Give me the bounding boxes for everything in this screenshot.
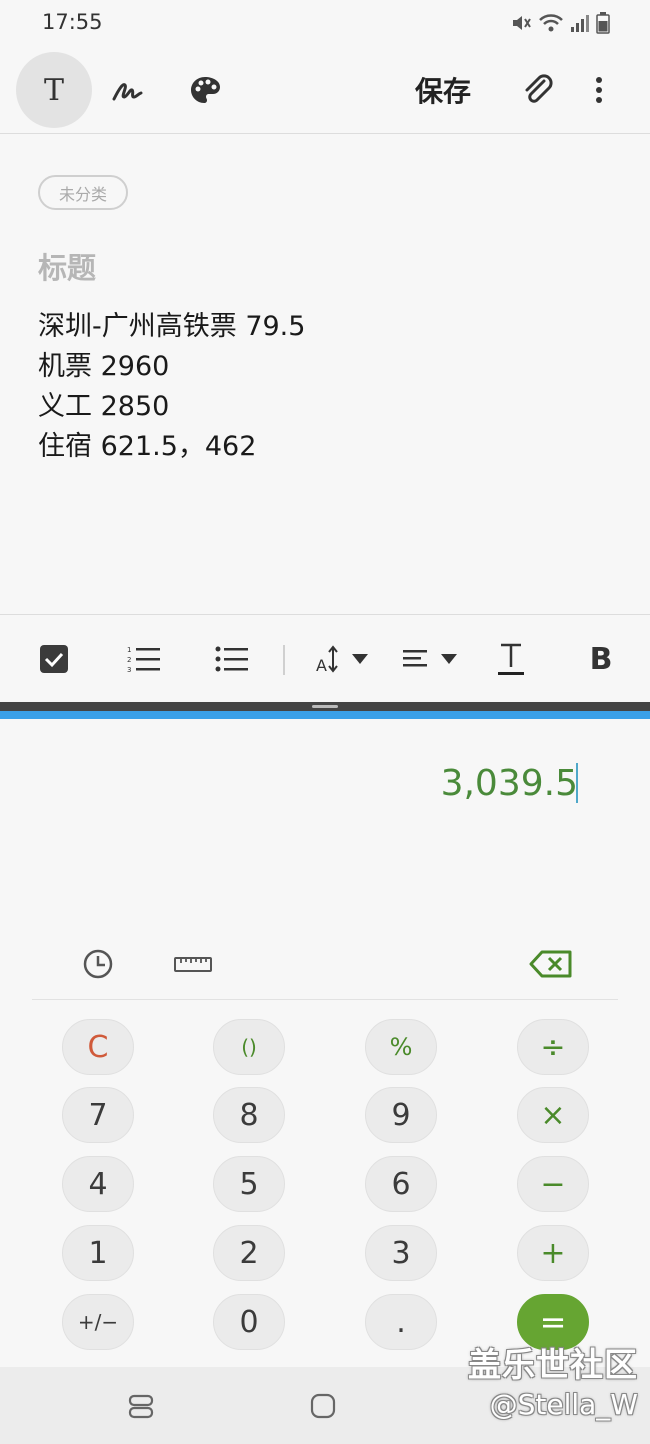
text-style-icon[interactable] (494, 635, 528, 683)
checkbox-icon[interactable] (32, 635, 76, 683)
wifi-icon (538, 12, 564, 38)
note-body[interactable]: 深圳-广州高铁票 79.5 机票 2960 义工 2850 住宿 621.5，4… (38, 307, 305, 467)
watermark-username: @Stella_W (489, 1388, 638, 1421)
digit-9-key[interactable]: 9 (365, 1087, 437, 1143)
digit-1-key[interactable]: 1 (62, 1225, 134, 1281)
text-cursor (576, 763, 578, 803)
align-icon[interactable] (400, 635, 460, 683)
mute-icon (510, 12, 532, 38)
attachment-icon[interactable] (516, 68, 560, 112)
parentheses-key[interactable]: () (213, 1019, 285, 1075)
percent-key[interactable]: % (365, 1019, 437, 1075)
svg-text:3: 3 (127, 666, 131, 673)
bullet-list-icon[interactable] (212, 635, 252, 683)
history-icon[interactable] (78, 947, 118, 981)
calculator-divider (32, 999, 618, 1000)
save-button[interactable]: 保存 (415, 68, 471, 112)
numbered-list-icon[interactable]: 1 2 3 (124, 635, 164, 683)
recent-apps-button[interactable] (128, 1393, 154, 1419)
handwriting-icon[interactable] (106, 68, 150, 112)
font-size-icon[interactable]: A (312, 635, 372, 683)
digit-0-key[interactable]: 0 (213, 1294, 285, 1350)
note-title-placeholder[interactable]: 标题 (38, 245, 96, 287)
home-button[interactable] (310, 1393, 336, 1419)
digit-2-key[interactable]: 2 (213, 1225, 285, 1281)
signal-icon (570, 13, 590, 37)
battery-icon (596, 12, 610, 38)
calculator-display[interactable]: 3,039.5 (441, 763, 578, 804)
digit-6-key[interactable]: 6 (365, 1156, 437, 1212)
note-line: 深圳-广州高铁票 79.5 (38, 311, 306, 342)
svg-text:1: 1 (127, 646, 131, 654)
toolbar-divider (283, 645, 285, 675)
notes-toolbar: T 保存 (0, 46, 650, 134)
note-line: 义工 2850 (38, 391, 170, 422)
split-screen-handle[interactable] (312, 705, 338, 708)
svg-text:2: 2 (127, 656, 131, 664)
svg-text:A: A (316, 656, 327, 674)
digit-3-key[interactable]: 3 (365, 1225, 437, 1281)
backspace-icon[interactable] (528, 947, 574, 981)
status-icons (510, 12, 610, 38)
clear-key[interactable]: C (62, 1019, 134, 1075)
palette-icon[interactable] (183, 68, 227, 112)
divide-key[interactable]: ÷ (517, 1019, 589, 1075)
add-key[interactable]: + (517, 1225, 589, 1281)
note-line: 住宿 621.5，462 (38, 431, 257, 462)
calculator-panel: 3,039.5 C () % ÷ 7 8 9 × 4 5 6 − 1 2 3 +… (0, 719, 650, 1367)
more-options-icon[interactable] (582, 68, 616, 112)
status-bar: 17:55 (0, 0, 650, 46)
watermark-community: 盖乐世社区 (468, 1345, 638, 1384)
status-time: 17:55 (42, 10, 103, 34)
unit-converter-icon[interactable] (172, 949, 214, 979)
format-toolbar: 1 2 3 A B (0, 614, 650, 702)
note-line: 机票 2960 (38, 351, 170, 382)
plus-minus-key[interactable]: +/− (62, 1294, 134, 1350)
category-chip[interactable]: 未分类 (38, 175, 128, 210)
decimal-key[interactable]: . (365, 1294, 437, 1350)
digit-5-key[interactable]: 5 (213, 1156, 285, 1212)
digit-7-key[interactable]: 7 (62, 1087, 134, 1143)
subtract-key[interactable]: − (517, 1156, 589, 1212)
split-screen-highlight (0, 711, 650, 719)
digit-8-key[interactable]: 8 (213, 1087, 285, 1143)
multiply-key[interactable]: × (517, 1087, 589, 1143)
text-mode-button[interactable]: T (16, 52, 92, 128)
bold-icon[interactable]: B (584, 635, 618, 683)
digit-4-key[interactable]: 4 (62, 1156, 134, 1212)
